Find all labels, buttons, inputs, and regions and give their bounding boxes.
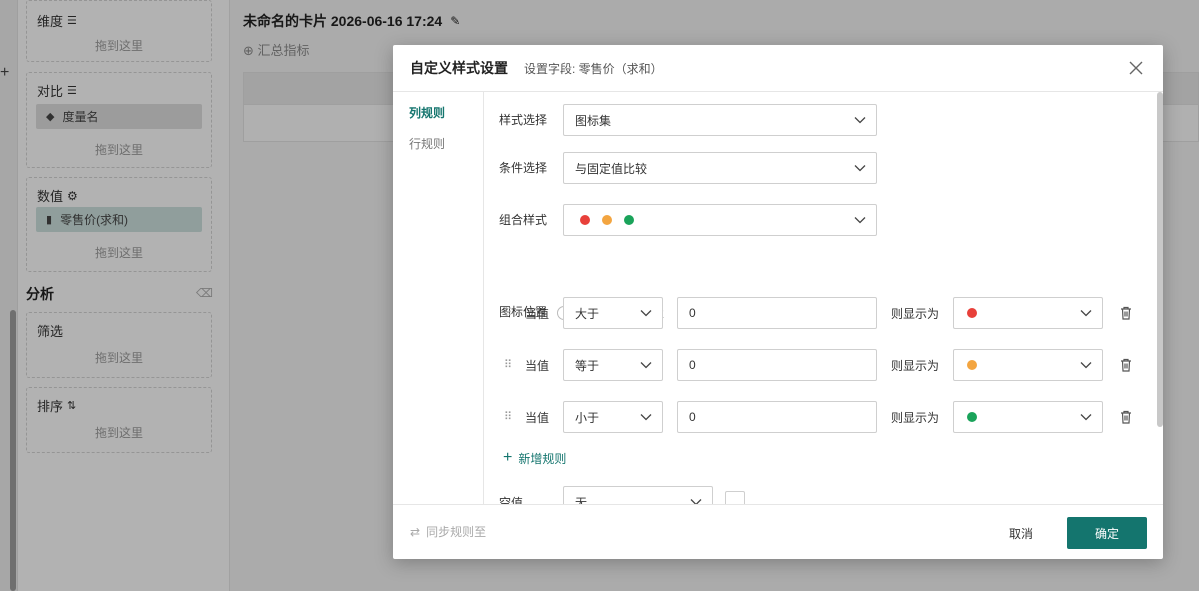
- chevron-down-icon: [854, 165, 866, 172]
- rule-settings-content: 样式选择 图标集 条件选择 与固定值比较 组合样式 图标位置 前置 后置: [485, 92, 1157, 504]
- chevron-down-icon: [640, 310, 652, 317]
- condition-select-label: 条件选择: [499, 161, 548, 175]
- add-rule-button[interactable]: + 新增规则: [503, 449, 566, 467]
- orange-dot-icon: [602, 215, 612, 225]
- dialog-footer: ⇄ 同步规则至 取消 确定: [393, 504, 1163, 559]
- chevron-down-icon: [690, 499, 702, 504]
- rule-then-label: 则显示为: [891, 307, 940, 321]
- rule-value-input[interactable]: 0: [677, 349, 877, 381]
- cancel-button[interactable]: 取消: [993, 517, 1049, 549]
- color-dot-icon: [967, 412, 977, 422]
- rule-color-select[interactable]: [953, 349, 1103, 381]
- style-select-label: 样式选择: [499, 113, 548, 127]
- dialog-header: 自定义样式设置 设置字段: 零售价（求和）: [393, 45, 1163, 92]
- combo-style-select[interactable]: [563, 204, 877, 236]
- trash-icon[interactable]: [1118, 357, 1134, 373]
- dialog-subtitle: 设置字段: 零售价（求和）: [524, 61, 663, 76]
- drag-handle-icon[interactable]: ⠿: [504, 410, 512, 423]
- confirm-button[interactable]: 确定: [1067, 517, 1147, 549]
- rule-tabs: 列规则 行规则: [393, 92, 484, 504]
- tab-column-rules[interactable]: 列规则: [409, 104, 445, 121]
- dialog-scrollbar[interactable]: [1157, 92, 1163, 427]
- color-dot-icon: [967, 360, 977, 370]
- rule-operator-select[interactable]: 等于: [563, 349, 663, 381]
- color-dot-icon: [967, 308, 977, 318]
- chevron-down-icon: [640, 414, 652, 421]
- chevron-down-icon: [640, 362, 652, 369]
- sync-icon: ⇄: [410, 524, 421, 539]
- drag-handle-icon[interactable]: ⠿: [504, 306, 512, 319]
- style-select[interactable]: 图标集: [563, 104, 877, 136]
- green-dot-icon: [624, 215, 634, 225]
- rule-when-label: 当值: [525, 411, 550, 425]
- rule-then-label: 则显示为: [891, 411, 940, 425]
- rule-color-select[interactable]: [953, 297, 1103, 329]
- close-icon[interactable]: [1127, 59, 1145, 77]
- chevron-down-icon: [854, 217, 866, 224]
- tab-row-rules[interactable]: 行规则: [409, 135, 445, 152]
- rule-value-input[interactable]: 0: [677, 401, 877, 433]
- plus-icon: +: [503, 449, 513, 466]
- combo-style-label: 组合样式: [499, 213, 548, 227]
- rule-when-label: 当值: [525, 359, 550, 373]
- dialog-title: 自定义样式设置: [410, 60, 508, 76]
- red-dot-icon: [580, 215, 590, 225]
- chevron-down-icon: [1080, 414, 1092, 421]
- chevron-down-icon: [854, 117, 866, 124]
- rule-operator-select[interactable]: 小于: [563, 401, 663, 433]
- chevron-down-icon: [1080, 310, 1092, 317]
- rule-value-input[interactable]: 0: [677, 297, 877, 329]
- rule-operator-select[interactable]: 大于: [563, 297, 663, 329]
- chevron-down-icon: [1080, 362, 1092, 369]
- null-color-picker[interactable]: [725, 491, 745, 504]
- rule-when-label: 当值: [525, 307, 550, 321]
- rule-then-label: 则显示为: [891, 359, 940, 373]
- condition-select[interactable]: 与固定值比较: [563, 152, 877, 184]
- null-value-select[interactable]: 无: [563, 486, 713, 504]
- custom-style-dialog: 自定义样式设置 设置字段: 零售价（求和） 列规则 行规则 样式选择 图标集 条…: [393, 45, 1163, 559]
- rule-color-select[interactable]: [953, 401, 1103, 433]
- null-value-label: 空值: [499, 496, 524, 504]
- drag-handle-icon[interactable]: ⠿: [504, 358, 512, 371]
- trash-icon[interactable]: [1118, 409, 1134, 425]
- sync-rules-button[interactable]: ⇄ 同步规则至: [410, 523, 486, 540]
- trash-icon[interactable]: [1118, 305, 1134, 321]
